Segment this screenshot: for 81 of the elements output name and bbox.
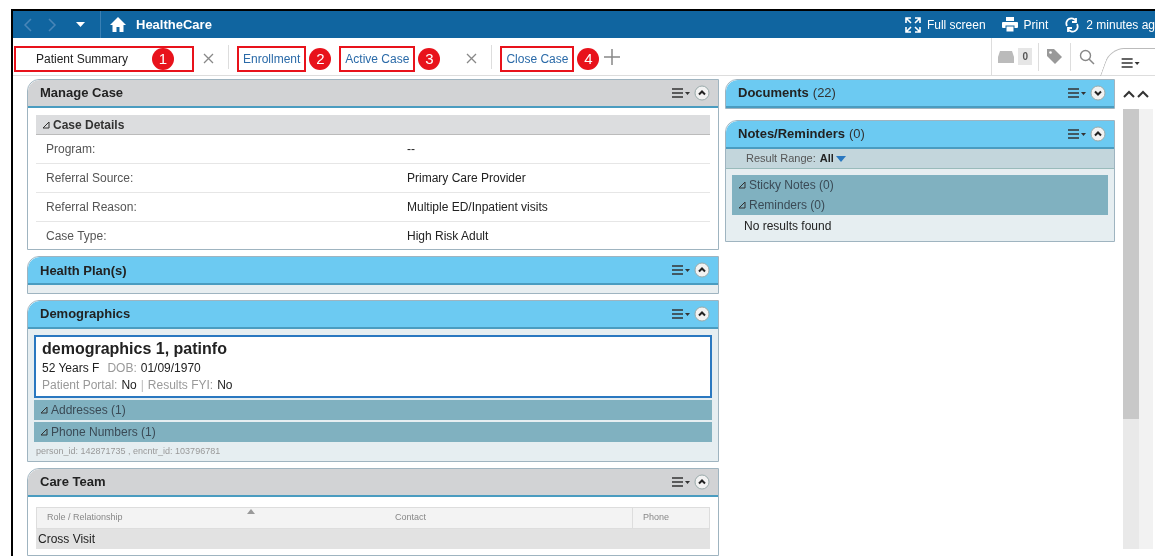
field-value: High Risk Adult [407, 228, 489, 245]
dob-label: DOB: [107, 359, 137, 377]
panel-title: Care Team [40, 473, 106, 492]
field-label: Program: [45, 141, 97, 158]
tag-icon[interactable] [1047, 49, 1062, 64]
panel-count: (0) [848, 125, 865, 144]
column-header[interactable]: Phone [643, 511, 670, 525]
refresh-icon [1064, 16, 1081, 33]
section-label: Phone Numbers (1) [51, 423, 156, 441]
collapse-icon[interactable] [694, 305, 710, 322]
sort-icon[interactable] [247, 508, 255, 514]
section-label: Addresses (1) [51, 401, 126, 419]
portal-label: Patient Portal: [42, 376, 118, 394]
group-label: Cross Visit [38, 530, 96, 548]
field-label: Referral Source: [45, 170, 135, 187]
panel-count: (22) [812, 84, 836, 103]
portal-value: No [121, 376, 137, 394]
collapse-icon[interactable] [1137, 90, 1149, 98]
menu-icon[interactable] [1067, 128, 1087, 140]
menu-icon[interactable] [671, 307, 691, 320]
close-icon[interactable] [466, 53, 478, 64]
dob-value: 01/09/1970 [140, 359, 201, 377]
field-value: Primary Care Provider [407, 170, 526, 187]
section-header[interactable]: Case Details [36, 115, 710, 135]
tab[interactable]: Active Case [339, 46, 416, 72]
panel-title: Health Plan(s) [40, 261, 127, 280]
menu-icon[interactable] [1067, 87, 1087, 99]
menu-icon[interactable] [1120, 56, 1141, 68]
collapse-icon[interactable] [694, 473, 710, 490]
toolbar-button[interactable]: Print [1001, 15, 1049, 34]
menu-icon[interactable] [671, 475, 691, 488]
section-label: Reminders (0) [749, 197, 826, 214]
collapse-icon[interactable] [694, 262, 710, 279]
fyi-label: Results FYI: [147, 376, 214, 394]
callout-badge: 2 [309, 48, 332, 70]
expand-icon[interactable] [42, 120, 50, 129]
tab[interactable]: Close Case [500, 46, 575, 72]
toolbar-button[interactable]: 2 minutes ag [1064, 15, 1155, 34]
section-label: Case Details [53, 116, 125, 134]
callout-badge: 1 [152, 48, 174, 70]
panel-title: Notes/Reminders [738, 125, 845, 144]
separator: | [140, 376, 144, 394]
age-sex: 52 Years F [42, 359, 100, 377]
section-label: Sticky Notes (0) [749, 177, 834, 194]
menu-icon[interactable] [671, 264, 691, 277]
close-icon[interactable] [203, 53, 214, 64]
fyi-value: No [217, 376, 233, 394]
field-label: Referral Reason: [45, 199, 138, 216]
range-label: Result Range: [746, 151, 816, 167]
collapse-icon[interactable] [1090, 126, 1106, 142]
menu-icon[interactable] [671, 87, 691, 99]
column-header[interactable]: Role / Relationship [47, 511, 123, 525]
scrollbar-track[interactable] [1123, 109, 1139, 549]
record-ids: person_id: 142871735 , encntr_id: 103796781 [35, 444, 222, 458]
expand-arrows-icon [904, 16, 921, 33]
caret-icon [835, 155, 846, 162]
panel-title: Manage Case [40, 84, 124, 103]
panel-title: Documents [738, 84, 809, 103]
callout-badge: 4 [577, 48, 600, 70]
inbox-count: 0 [1018, 48, 1032, 65]
empty-message: No results found [743, 218, 833, 235]
expand-icon[interactable] [1090, 85, 1106, 101]
caret-icon[interactable] [76, 22, 85, 27]
field-value: -- [407, 141, 415, 158]
patient-name: demographics 1, patinfo [42, 338, 228, 359]
toolbar-button[interactable]: Full screen [904, 15, 986, 34]
field-label: Case Type: [45, 228, 108, 245]
app-title: HealtheCare [136, 15, 212, 34]
tab[interactable]: Enrollment [237, 46, 307, 72]
home-icon[interactable] [110, 17, 126, 32]
print-icon [1001, 17, 1018, 32]
collapse-icon[interactable] [694, 85, 710, 101]
collapse-icon[interactable] [1123, 90, 1135, 98]
range-dropdown[interactable]: All [819, 150, 846, 167]
column-header[interactable]: Contact [395, 511, 427, 525]
callout-badge: 3 [418, 48, 441, 70]
panel-title: Demographics [40, 304, 131, 323]
section-header[interactable]: Addresses (1) [34, 399, 712, 420]
section-header[interactable]: Phone Numbers (1) [34, 421, 712, 442]
field-value: Multiple ED/Inpatient visits [407, 199, 548, 216]
search-icon[interactable] [1079, 48, 1095, 65]
